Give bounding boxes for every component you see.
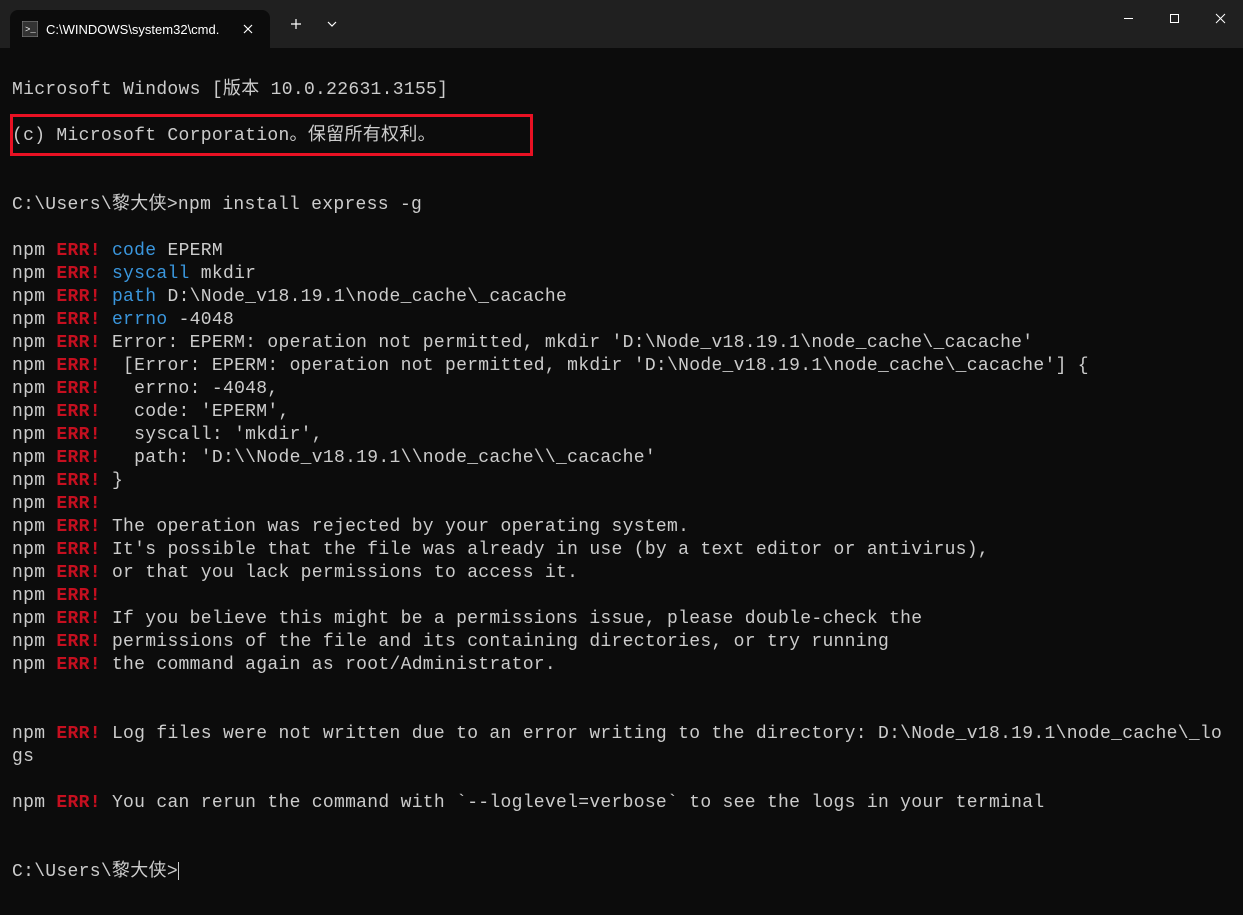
error-line: npm ERR! If you believe this might be a …: [12, 608, 1231, 631]
output-line: npm ERR! Log files were not written due …: [12, 723, 1231, 769]
tab-dropdown-button[interactable]: [314, 6, 350, 42]
error-line: npm ERR! Error: EPERM: operation not per…: [12, 332, 1231, 355]
error-line: npm ERR! The operation was rejected by y…: [12, 516, 1231, 539]
output-line: Microsoft Windows [版本 10.0.22631.3155]: [12, 79, 1231, 102]
error-line: npm ERR! syscall: 'mkdir',: [12, 424, 1231, 447]
error-line: npm ERR! code: 'EPERM',: [12, 401, 1231, 424]
new-tab-button[interactable]: [278, 6, 314, 42]
maximize-button[interactable]: [1151, 0, 1197, 36]
tab-close-button[interactable]: [238, 19, 258, 39]
window-controls: [1105, 0, 1243, 48]
error-line: npm ERR!: [12, 585, 1231, 608]
cmd-icon: >_: [22, 21, 38, 37]
error-line: npm ERR! or that you lack permissions to…: [12, 562, 1231, 585]
close-button[interactable]: [1197, 0, 1243, 36]
output-line: (c) Microsoft Corporation。保留所有权利。: [12, 125, 1231, 148]
error-line: npm ERR!: [12, 493, 1231, 516]
svg-text:>_: >_: [25, 25, 36, 35]
error-line: npm ERR! }: [12, 470, 1231, 493]
terminal-output[interactable]: Microsoft Windows [版本 10.0.22631.3155] (…: [0, 48, 1243, 915]
terminal-tab[interactable]: >_ C:\WINDOWS\system32\cmd.: [10, 10, 270, 48]
output-line: npm ERR! You can rerun the command with …: [12, 792, 1231, 815]
error-line: npm ERR! errno: -4048,: [12, 378, 1231, 401]
error-line: npm ERR! errno -4048: [12, 309, 1231, 332]
error-line: npm ERR! [Error: EPERM: operation not pe…: [12, 355, 1231, 378]
tab-title: C:\WINDOWS\system32\cmd.: [46, 22, 230, 37]
error-line: npm ERR! It's possible that the file was…: [12, 539, 1231, 562]
titlebar-left: >_ C:\WINDOWS\system32\cmd.: [0, 0, 350, 48]
error-line: npm ERR! permissions of the file and its…: [12, 631, 1231, 654]
error-line: npm ERR! code EPERM: [12, 240, 1231, 263]
command-prompt: C:\Users\黎大侠>npm install express -g: [12, 194, 1231, 217]
error-line: npm ERR! syscall mkdir: [12, 263, 1231, 286]
cursor-icon: [178, 862, 179, 880]
titlebar: >_ C:\WINDOWS\system32\cmd.: [0, 0, 1243, 48]
error-output: npm ERR! code EPERMnpm ERR! syscall mkdi…: [12, 240, 1231, 677]
error-line: npm ERR! path D:\Node_v18.19.1\node_cach…: [12, 286, 1231, 309]
command-prompt-active: C:\Users\黎大侠>: [12, 861, 1231, 884]
error-line: npm ERR! the command again as root/Admin…: [12, 654, 1231, 677]
minimize-button[interactable]: [1105, 0, 1151, 36]
error-line: npm ERR! path: 'D:\\Node_v18.19.1\\node_…: [12, 447, 1231, 470]
